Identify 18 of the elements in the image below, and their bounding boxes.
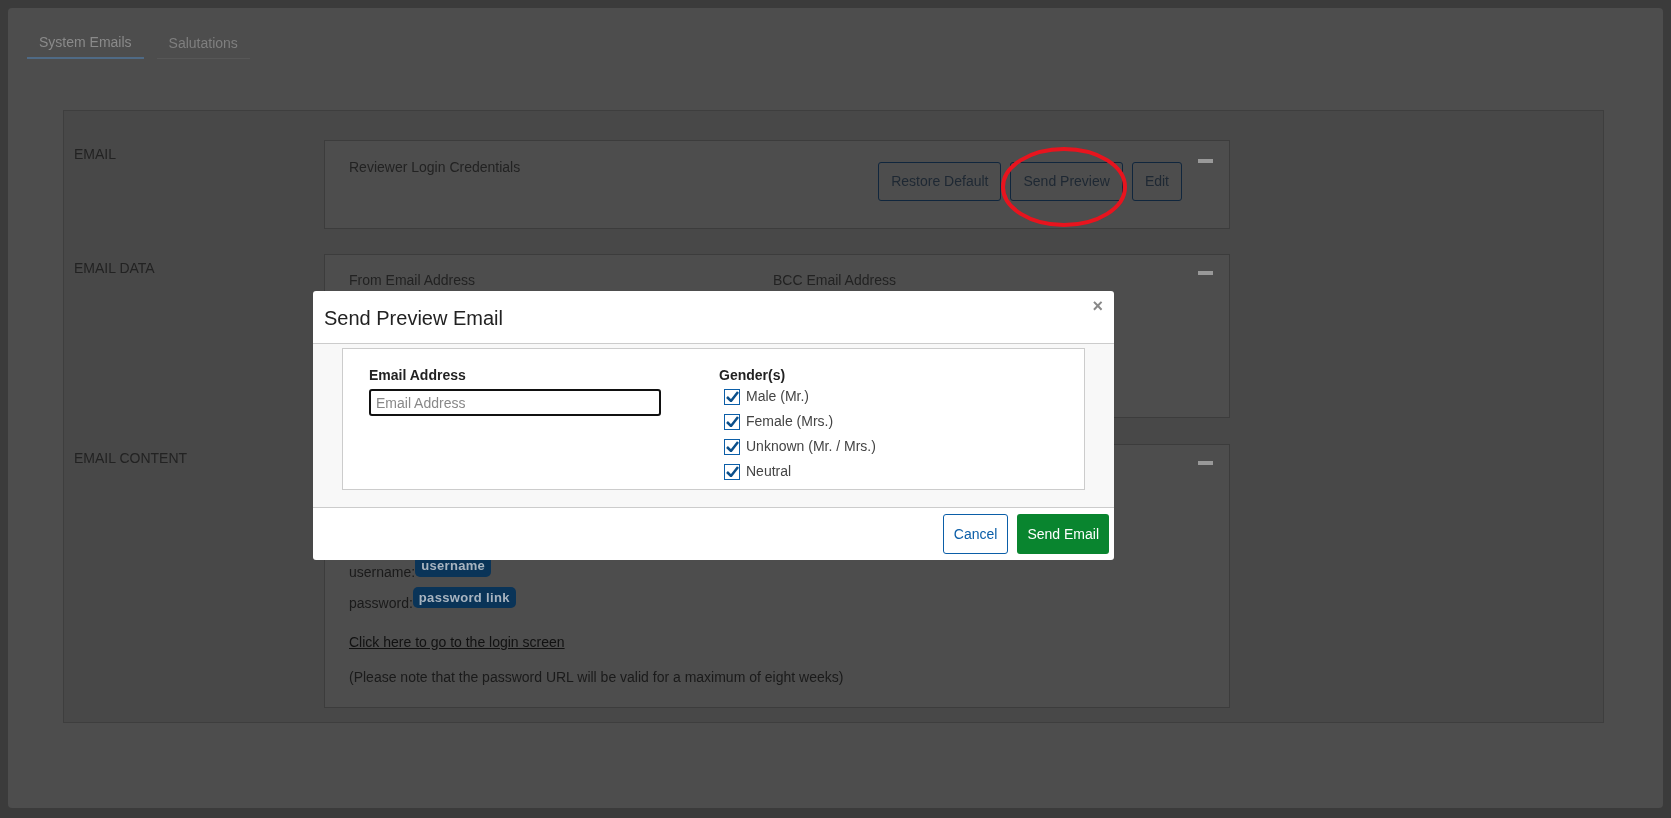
tab[interactable]: System Emails [27,32,144,59]
placeholder-tag: password link [412,586,516,608]
send-email-button[interactable]: Send Email [1017,514,1109,554]
modal-title: Send Preview Email [324,306,503,331]
checkbox[interactable] [724,388,740,405]
checkbox-label: Male (Mr.) [746,387,809,406]
field-label: Gender(s) [719,366,787,385]
field-label: Email Address [369,366,467,385]
email-input[interactable]: Email Address [369,389,661,416]
checkbox[interactable] [724,438,740,455]
login-link[interactable]: Click here to go to the login screen [349,632,565,653]
cancel-button[interactable]: Cancel [942,514,1009,554]
checkbox-label: Unknown (Mr. / Mrs.) [746,437,876,456]
checkbox[interactable] [724,413,740,430]
checkbox-label: Neutral [746,462,792,481]
close-button[interactable]: × [1092,297,1103,315]
checkbox[interactable] [724,463,740,480]
checkbox-label: Female (Mrs.) [746,412,834,431]
